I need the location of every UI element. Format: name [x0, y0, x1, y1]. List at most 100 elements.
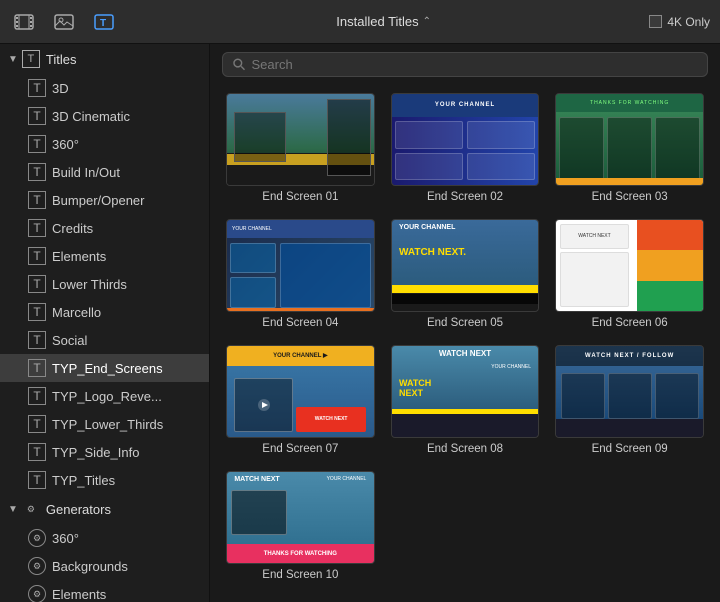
thumb-es03: THANKS FOR WATCHING — [555, 93, 704, 186]
item-icon-elements-gen: ⚙ — [28, 585, 46, 602]
sidebar-item-3d[interactable]: T 3D — [0, 74, 209, 102]
sidebar-item-label: Social — [52, 333, 87, 348]
sidebar-item-label: 360° — [52, 137, 79, 152]
sidebar-item-typ-lower-thirds[interactable]: T TYP_Lower_Thirds — [0, 410, 209, 438]
grid-item-es08[interactable]: WATCH NEXT WATCHNEXT YOUR CHANNEL End Sc… — [391, 345, 540, 455]
grid-item-es10[interactable]: MATCH NEXT YOUR CHANNEL THANKS FOR WATCH… — [226, 471, 375, 581]
grid-item-label: End Screen 02 — [427, 191, 503, 203]
sidebar-item-elements[interactable]: T Elements — [0, 242, 209, 270]
titles-section-label: Titles — [46, 52, 77, 67]
item-icon-3d: T — [28, 79, 46, 97]
grid-item-label: End Screen 07 — [262, 443, 338, 455]
toolbar-title: Installed Titles ⌃ — [118, 14, 649, 29]
thumb-es02: YOUR CHANNEL — [391, 93, 540, 186]
item-icon-social: T — [28, 331, 46, 349]
item-icon-credits: T — [28, 219, 46, 237]
main-area: ▼ T Titles T 3D T 3D Cinematic T 360° T … — [0, 44, 720, 602]
sidebar-item-360[interactable]: T 360° — [0, 130, 209, 158]
grid-item-es06[interactable]: WATCH NEXT End Screen 06 — [555, 219, 704, 329]
grid-item-label: End Screen 09 — [592, 443, 668, 455]
photo-icon[interactable] — [50, 8, 78, 36]
sidebar-item-label: 3D — [52, 81, 69, 96]
thumb-es08: WATCH NEXT WATCHNEXT YOUR CHANNEL — [391, 345, 540, 438]
sidebar-item-typ-end-screens[interactable]: T TYP_End_Screens — [0, 354, 209, 382]
item-icon-backgrounds: ⚙ — [28, 557, 46, 575]
sidebar-item-label: Elements — [52, 587, 106, 602]
titles-section-icon: T — [22, 50, 40, 68]
sidebar-item-backgrounds[interactable]: ⚙ Backgrounds — [0, 552, 209, 580]
sidebar-item-label: Marcello — [52, 305, 101, 320]
search-icon — [233, 58, 245, 71]
sidebar-item-label: Backgrounds — [52, 559, 128, 574]
grid-item-es02[interactable]: YOUR CHANNEL End Screen 02 — [391, 93, 540, 203]
grid-item-es05[interactable]: YOUR CHANNEL WATCH NEXT. End Screen 05 — [391, 219, 540, 329]
sidebar-item-social[interactable]: T Social — [0, 326, 209, 354]
content-area: End Screen 01 YOUR CHANNEL End S — [210, 44, 720, 602]
item-icon-typ-titles: T — [28, 471, 46, 489]
sidebar-item-lower-thirds[interactable]: T Lower Thirds — [0, 270, 209, 298]
item-icon-gen-360: ⚙ — [28, 529, 46, 547]
sidebar-item-marcello[interactable]: T Marcello — [0, 298, 209, 326]
4k-only-toggle[interactable]: 4K Only — [649, 15, 710, 29]
grid-item-label: End Screen 04 — [262, 317, 338, 329]
grid-item-label: End Screen 10 — [262, 569, 338, 581]
toolbar: T Installed Titles ⌃ 4K Only — [0, 0, 720, 44]
item-icon-lower-thirds: T — [28, 275, 46, 293]
sidebar-item-bumper-opener[interactable]: T Bumper/Opener — [0, 186, 209, 214]
sidebar-item-label: TYP_End_Screens — [52, 361, 163, 376]
sidebar-item-3d-cinematic[interactable]: T 3D Cinematic — [0, 102, 209, 130]
sidebar-item-typ-logo-reve[interactable]: T TYP_Logo_Reve... — [0, 382, 209, 410]
film-icon[interactable] — [10, 8, 38, 36]
grid-item-label: End Screen 08 — [427, 443, 503, 455]
grid-item-es03[interactable]: THANKS FOR WATCHING End Screen 03 — [555, 93, 704, 203]
sidebar-item-label: Lower Thirds — [52, 277, 127, 292]
sidebar-item-label: Elements — [52, 249, 106, 264]
item-icon-bumper: T — [28, 191, 46, 209]
thumb-es10: MATCH NEXT YOUR CHANNEL THANKS FOR WATCH… — [226, 471, 375, 564]
search-input-wrap[interactable] — [222, 52, 708, 77]
sidebar-item-label: Build In/Out — [52, 165, 120, 180]
sidebar-titles-header[interactable]: ▼ T Titles — [0, 44, 209, 74]
item-icon-typ-lower: T — [28, 415, 46, 433]
item-icon-360: T — [28, 135, 46, 153]
sidebar-item-gen-360[interactable]: ⚙ 360° — [0, 524, 209, 552]
thumb-es09: WATCH NEXT / FOLLOW — [555, 345, 704, 438]
grid-item-es01[interactable]: End Screen 01 — [226, 93, 375, 203]
grid-item-es07[interactable]: YOUR CHANNEL ▶ WATCH NEXT End Screen 07 — [226, 345, 375, 455]
sidebar-item-label: TYP_Logo_Reve... — [52, 389, 162, 404]
item-icon-typ-end: T — [28, 359, 46, 377]
sidebar-item-elements-gen[interactable]: ⚙ Elements — [0, 580, 209, 602]
4k-only-label: 4K Only — [667, 15, 710, 29]
grid-item-es04[interactable]: YOUR CHANNEL End Screen 04 — [226, 219, 375, 329]
sidebar-item-typ-titles[interactable]: T TYP_Titles — [0, 466, 209, 494]
thumb-es05: YOUR CHANNEL WATCH NEXT. — [391, 219, 540, 312]
item-icon-elements: T — [28, 247, 46, 265]
sidebar-item-typ-side-info[interactable]: T TYP_Side_Info — [0, 438, 209, 466]
titles-grid: End Screen 01 YOUR CHANNEL End S — [210, 85, 720, 597]
search-input[interactable] — [251, 57, 697, 72]
sidebar-generators-header[interactable]: ▼ ⚙ Generators — [0, 494, 209, 524]
sidebar-item-label: 3D Cinematic — [52, 109, 130, 124]
generators-chevron-icon: ▼ — [8, 504, 18, 515]
sidebar-item-label: TYP_Side_Info — [52, 445, 139, 460]
thumb-es01 — [226, 93, 375, 186]
item-icon-marcello: T — [28, 303, 46, 321]
item-icon-typ-logo: T — [28, 387, 46, 405]
generators-section-icon: ⚙ — [22, 500, 40, 518]
search-bar — [210, 44, 720, 85]
4k-checkbox[interactable] — [649, 15, 662, 28]
sidebar-item-label: TYP_Titles — [52, 473, 115, 488]
sidebar-item-build-in-out[interactable]: T Build In/Out — [0, 158, 209, 186]
titles-icon[interactable]: T — [90, 8, 118, 36]
grid-item-es09[interactable]: WATCH NEXT / FOLLOW End Screen 09 — [555, 345, 704, 455]
thumb-es04: YOUR CHANNEL — [226, 219, 375, 312]
grid-item-label: End Screen 03 — [592, 191, 668, 203]
sidebar-item-credits[interactable]: T Credits — [0, 214, 209, 242]
chevron-icon: ⌃ — [423, 16, 431, 27]
grid-item-label: End Screen 01 — [262, 191, 338, 203]
thumb-es06: WATCH NEXT — [555, 219, 704, 312]
sidebar-item-label: Credits — [52, 221, 93, 236]
titles-chevron-icon: ▼ — [8, 54, 18, 65]
toolbar-title-text: Installed Titles — [336, 14, 418, 29]
sidebar-item-label: Bumper/Opener — [52, 193, 145, 208]
